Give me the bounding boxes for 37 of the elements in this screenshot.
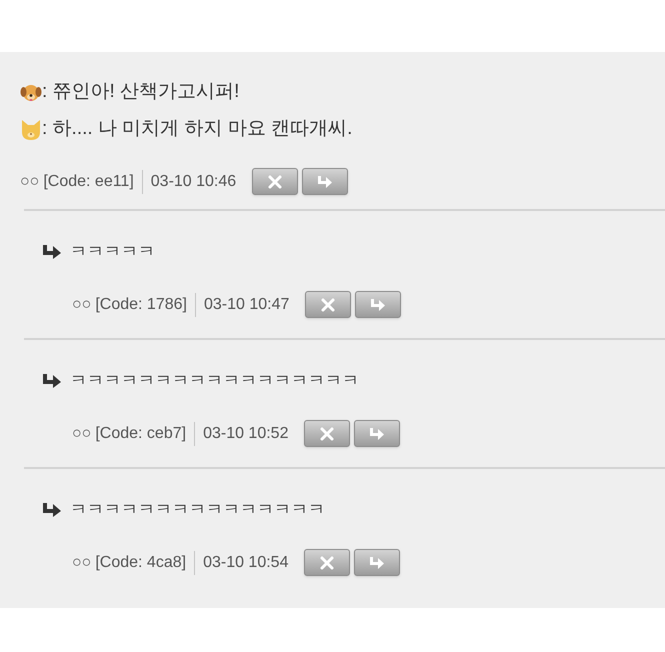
arrow-icon: [316, 174, 334, 188]
reply-text: ㅋㅋㅋㅋㅋㅋㅋㅋㅋㅋㅋㅋㅋㅋㅋ: [70, 499, 325, 522]
cat-face-icon: [20, 118, 42, 142]
comment-time: 03-10 10:54: [203, 552, 288, 572]
delete-button[interactable]: [304, 420, 350, 447]
reply-arrow-icon: [42, 244, 62, 260]
author-name: ○○: [20, 172, 40, 192]
comment-code: [Code: 1786]: [95, 292, 196, 316]
reply-text: ㅋㅋㅋㅋㅋㅋㅋㅋㅋㅋㅋㅋㅋㅋㅋㅋㅋ: [70, 370, 359, 392]
reply-text: ㅋㅋㅋㅋㅋ: [70, 241, 155, 264]
comment-time: 03-10 10:47: [204, 294, 290, 314]
comment-time: 03-10 10:46: [150, 172, 236, 192]
comment-code: [Code: ceb7]: [95, 422, 196, 446]
close-icon: [319, 554, 336, 570]
comment-code: [Code: ee11]: [43, 170, 143, 194]
arrow-icon: [368, 426, 386, 440]
reply-button[interactable]: [302, 168, 348, 195]
reply-button[interactable]: [354, 420, 400, 447]
close-icon: [267, 174, 284, 190]
author-name: ○○: [72, 294, 92, 314]
reply-arrow-icon: [42, 502, 62, 518]
comment-time: 03-10 10:52: [203, 424, 288, 444]
delete-button[interactable]: [304, 549, 350, 576]
comment-code: [Code: 4ca8]: [95, 550, 196, 574]
comment-text: : 하.... 나 미치게 하지 마요 캔따개씨.: [42, 117, 352, 142]
close-icon: [319, 426, 336, 442]
arrow-icon: [368, 556, 386, 570]
reply-arrow-icon: [42, 373, 62, 389]
comment-text: : 쮸인아! 산책가고시퍼!: [42, 80, 240, 104]
delete-button[interactable]: [305, 291, 352, 318]
arrow-icon: [369, 298, 388, 312]
author-name: ○○: [72, 552, 92, 572]
author-name: ○○: [72, 424, 92, 444]
reply-button[interactable]: [354, 549, 400, 576]
close-icon: [320, 296, 336, 312]
reply-button[interactable]: [355, 291, 402, 318]
delete-button[interactable]: [252, 168, 298, 195]
